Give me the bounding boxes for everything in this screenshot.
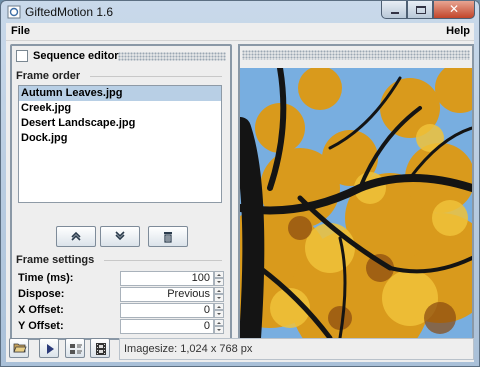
settings-button[interactable] bbox=[65, 338, 85, 358]
y-offset-label: Y Offset: bbox=[18, 320, 64, 332]
delete-frame-button[interactable] bbox=[148, 226, 188, 247]
app-window: GiftedMotion 1.6 ✕ File Help Sequence ed… bbox=[0, 0, 480, 367]
spinner-up-button[interactable] bbox=[214, 287, 224, 294]
close-icon: ✕ bbox=[448, 2, 460, 16]
y-offset-setting-row: Y Offset: 0 bbox=[18, 319, 224, 334]
spinner-down-button[interactable] bbox=[214, 294, 224, 302]
maximize-button[interactable] bbox=[407, 1, 433, 19]
spinner-down-button[interactable] bbox=[214, 326, 224, 334]
dispose-spinner[interactable]: Previous bbox=[120, 287, 224, 302]
window-title: GiftedMotion 1.6 bbox=[25, 5, 114, 19]
minimize-button[interactable] bbox=[381, 1, 407, 19]
spinner-down-button[interactable] bbox=[214, 278, 224, 286]
list-item[interactable]: Desert Landscape.jpg bbox=[19, 116, 221, 131]
menu-file[interactable]: File bbox=[11, 25, 30, 37]
time-field[interactable]: 100 bbox=[120, 271, 214, 286]
y-offset-spinner[interactable]: 0 bbox=[120, 319, 224, 334]
sequence-editor-title: Sequence editor bbox=[33, 50, 119, 62]
preview-panel bbox=[238, 44, 474, 340]
client-area: File Help Sequence editor Frame order Au… bbox=[6, 23, 474, 362]
time-setting-row: Time (ms): 100 bbox=[18, 271, 224, 286]
menu-help[interactable]: Help bbox=[446, 25, 470, 37]
bottom-toolbar: Imagesize: 1,024 x 768 px bbox=[6, 334, 474, 362]
open-folder-icon bbox=[13, 343, 27, 353]
maximize-icon bbox=[416, 6, 426, 14]
time-label: Time (ms): bbox=[18, 272, 74, 284]
frame-order-title: Frame order bbox=[16, 70, 81, 82]
time-spinner[interactable]: 100 bbox=[120, 271, 224, 286]
sequence-editor-header[interactable]: Sequence editor bbox=[12, 46, 230, 66]
frame-order-divider bbox=[90, 76, 222, 77]
y-offset-field[interactable]: 0 bbox=[120, 319, 214, 334]
dispose-label: Dispose: bbox=[18, 288, 65, 300]
list-item[interactable]: Dock.jpg bbox=[19, 131, 221, 146]
spinner-down-button[interactable] bbox=[214, 310, 224, 318]
frame-order-list[interactable]: Autumn Leaves.jpg Creek.jpg Desert Lands… bbox=[18, 85, 222, 203]
frame-settings-title: Frame settings bbox=[16, 254, 95, 266]
frame-order-buttons bbox=[12, 226, 230, 248]
open-button[interactable] bbox=[9, 338, 29, 358]
dispose-setting-row: Dispose: Previous bbox=[18, 287, 224, 302]
move-up-button[interactable] bbox=[56, 226, 96, 247]
frame-settings-divider bbox=[104, 260, 222, 261]
arrow-down-icon bbox=[217, 297, 221, 299]
arrow-up-icon bbox=[217, 322, 221, 324]
app-icon bbox=[7, 5, 21, 19]
move-down-icon bbox=[115, 231, 125, 241]
arrow-up-icon bbox=[217, 274, 221, 276]
move-up-icon bbox=[71, 231, 81, 241]
close-button[interactable]: ✕ bbox=[433, 1, 475, 19]
drag-grip[interactable] bbox=[118, 52, 226, 61]
status-bar: Imagesize: 1,024 x 768 px bbox=[119, 338, 474, 360]
spinner-up-button[interactable] bbox=[214, 319, 224, 326]
trash-icon bbox=[164, 232, 172, 243]
filmstrip-icon bbox=[96, 343, 106, 355]
spinner-up-button[interactable] bbox=[214, 303, 224, 310]
spinner-up-button[interactable] bbox=[214, 271, 224, 278]
title-bar[interactable]: GiftedMotion 1.6 ✕ bbox=[1, 1, 479, 23]
frame-preview-image bbox=[240, 68, 472, 338]
filmstrip-button[interactable] bbox=[90, 338, 110, 358]
sequence-editor-checkbox[interactable] bbox=[16, 50, 28, 62]
settings-icon bbox=[70, 344, 82, 354]
x-offset-spinner[interactable]: 0 bbox=[120, 303, 224, 318]
x-offset-label: X Offset: bbox=[18, 304, 64, 316]
arrow-up-icon bbox=[217, 290, 221, 292]
list-item[interactable]: Autumn Leaves.jpg bbox=[19, 86, 221, 101]
dispose-field[interactable]: Previous bbox=[120, 287, 214, 302]
arrow-down-icon bbox=[217, 329, 221, 331]
list-item[interactable]: Creek.jpg bbox=[19, 101, 221, 116]
play-icon bbox=[47, 344, 54, 354]
menu-bar: File Help bbox=[6, 23, 474, 41]
sequence-editor-panel: Sequence editor Frame order Autumn Leave… bbox=[10, 44, 232, 340]
minimize-icon bbox=[391, 12, 399, 14]
arrow-down-icon bbox=[217, 281, 221, 283]
x-offset-setting-row: X Offset: 0 bbox=[18, 303, 224, 318]
preview-drag-grip[interactable] bbox=[242, 50, 470, 60]
arrow-down-icon bbox=[217, 313, 221, 315]
x-offset-field[interactable]: 0 bbox=[120, 303, 214, 318]
play-button[interactable] bbox=[39, 338, 59, 358]
autumn-tree-image bbox=[240, 68, 472, 338]
arrow-up-icon bbox=[217, 306, 221, 308]
move-down-button[interactable] bbox=[100, 226, 140, 247]
